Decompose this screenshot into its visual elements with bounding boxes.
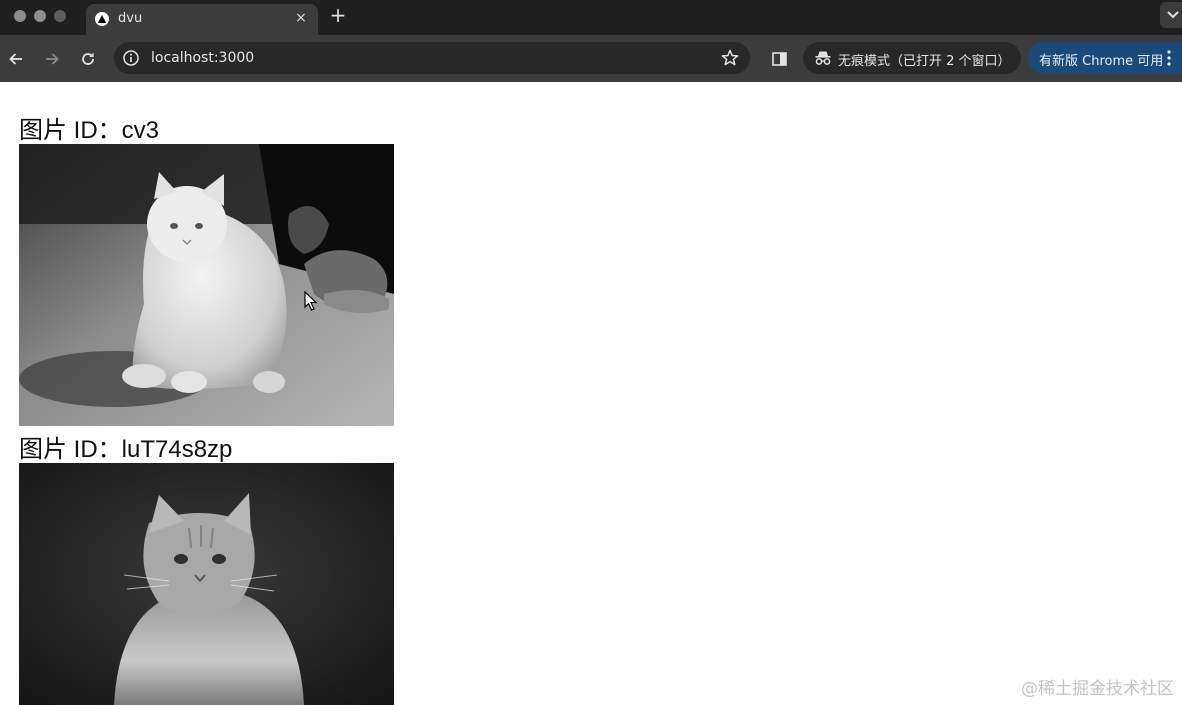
new-tab-button[interactable]: + [328,5,348,25]
reload-button[interactable] [77,48,99,70]
mouse-cursor-icon [304,290,318,311]
window-minimize-control[interactable] [34,10,46,22]
info-icon[interactable] [122,49,140,67]
more-vert-icon[interactable] [1165,49,1173,67]
tab-title: dvu [118,11,143,26]
side-panel-icon [772,52,787,66]
url-text[interactable]: localhost:3000 [151,50,254,66]
window-zoom-control[interactable] [54,10,66,22]
triangle-logo-icon [95,12,109,26]
update-label: 有新版 Chrome 可用 [1039,54,1164,69]
image-caption: 图片 ID：luT74s8zp [19,436,233,463]
tab-strip: dvu × + [0,0,1182,35]
star-icon[interactable] [720,48,740,68]
incognito-label: 无痕模式（已打开 2 个窗口） [838,54,1011,69]
arrow-right-icon [46,53,59,65]
watermark: @稀土掘金技术社区 [1021,679,1174,699]
cat-photo-white [19,144,394,426]
browser-tab[interactable]: dvu × [86,4,318,35]
incognito-indicator[interactable]: 无痕模式（已打开 2 个窗口） [803,42,1021,74]
address-bar[interactable]: localhost:3000 [114,42,750,74]
chrome-update-button[interactable]: 有新版 Chrome 可用 [1028,42,1182,74]
tab-search-button[interactable] [1160,2,1182,28]
chevron-down-icon [1167,11,1179,19]
incognito-icon [814,50,832,66]
reload-icon [82,52,94,65]
back-button[interactable] [5,48,27,70]
cat-photo-tabby [19,463,394,705]
window-close-control[interactable] [14,10,26,22]
page-content: 图片 ID：cv3 图片 ID：luT74s8zp @稀土掘金技术社区 [0,82,1182,705]
image-caption: 图片 ID：cv3 [19,117,160,144]
side-panel-button[interactable] [770,49,790,69]
forward-button[interactable] [41,48,63,70]
close-icon[interactable]: × [292,9,310,27]
browser-toolbar: localhost:3000 无痕模式（已打开 2 个窗口） 有新版 Chrom… [0,35,1182,82]
arrow-left-icon [9,53,22,65]
